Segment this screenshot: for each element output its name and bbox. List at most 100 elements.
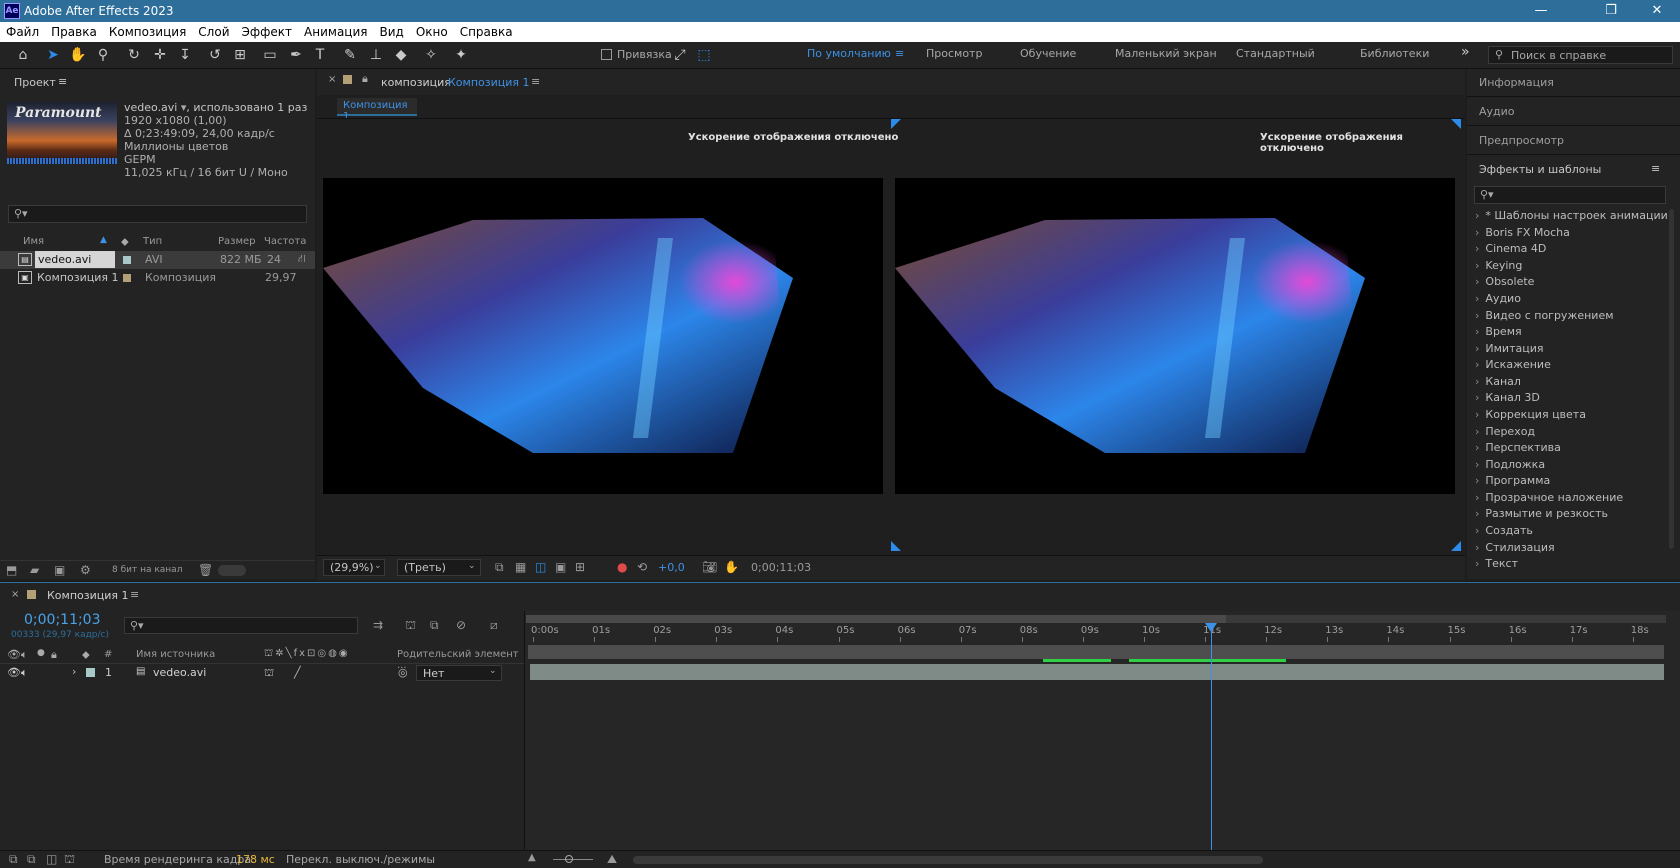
effects-category[interactable]: Канал [1475, 375, 1521, 388]
rotate-tool-icon[interactable]: ↺ [205, 45, 225, 65]
row-label-swatch[interactable] [123, 274, 131, 282]
dolly-camera-icon[interactable]: ↧ [175, 45, 195, 65]
workspace-standard[interactable]: Стандартный [1236, 47, 1315, 60]
column-source-name[interactable]: Имя источника [136, 649, 215, 660]
audio-icon[interactable]: 🔈︎ [21, 648, 28, 662]
audio-icon[interactable]: 🔈︎ [21, 666, 28, 680]
label-column-icon[interactable]: ⬥ [121, 235, 129, 249]
thumbnail-size-slider[interactable] [218, 565, 246, 576]
effects-category[interactable]: Переход [1475, 425, 1535, 438]
resolution-dropdown[interactable]: (Треть) ⌄ [397, 559, 481, 576]
layer-label-swatch[interactable] [86, 668, 95, 677]
effects-category[interactable]: Стилизация [1475, 541, 1554, 554]
close-tab-icon[interactable]: × [328, 74, 336, 85]
layer-switches-icon[interactable]: ⧉ [9, 852, 18, 867]
draft-3d-icon[interactable]: ⛫ [405, 618, 416, 634]
new-folder-icon[interactable]: ▰ [30, 563, 39, 577]
workspace-default[interactable]: По умолчанию [807, 47, 891, 60]
minimize-button[interactable]: — [1518, 0, 1564, 22]
rectangle-tool-icon[interactable]: ▭ [260, 45, 280, 65]
snapshot-icon[interactable]: 📷︎ [702, 560, 717, 574]
effects-category[interactable]: Подложка [1475, 458, 1545, 471]
flowchart-icon[interactable]: ⛙ [298, 252, 306, 267]
composition-mini-flowchart-icon[interactable]: ⇉ [373, 618, 383, 632]
comp-tab-prefix[interactable]: композиция [381, 76, 451, 89]
effects-category[interactable]: Keying [1475, 259, 1522, 272]
close-tab-icon[interactable]: × [11, 589, 19, 600]
project-panel-title[interactable]: Проект [14, 76, 56, 89]
column-type[interactable]: Тип [143, 236, 162, 247]
project-settings-icon[interactable]: ⚙ [80, 563, 91, 577]
workspace-review[interactable]: Просмотр [926, 47, 982, 60]
effects-category[interactable]: Cinema 4D [1475, 242, 1546, 255]
menu-effect[interactable]: Эффект [236, 22, 299, 42]
menu-window[interactable]: Окно [410, 22, 454, 42]
timeline-menu-icon[interactable]: ≡ [130, 588, 139, 601]
layer-row[interactable]: 👁︎ 🔈︎ › 1 ▤ vedeo.avi ⛫ ╱ ◎ Нет ⌄ [0, 664, 524, 682]
pen-tool-icon[interactable]: ✒ [286, 45, 306, 65]
effects-panel-menu-icon[interactable]: ≡ [1651, 162, 1660, 175]
effects-category[interactable]: * Шаблоны настроек анимации [1475, 209, 1667, 222]
zoom-in-icon[interactable]: ⛰ [607, 852, 617, 867]
new-composition-icon[interactable]: ▣ [54, 563, 65, 577]
effects-category[interactable]: Канал 3D [1475, 391, 1539, 404]
exposure-value[interactable]: +0,0 [658, 561, 685, 574]
selection-tool-icon[interactable]: ➤ [43, 45, 63, 65]
timeline-timecode[interactable]: 0;00;11;03 [24, 612, 101, 628]
effects-category[interactable]: Видео с погружением [1475, 309, 1613, 322]
fast-previews-icon[interactable]: ⧉ [495, 560, 504, 575]
workspace-learn[interactable]: Обучение [1020, 47, 1076, 60]
help-search-field[interactable]: ⚲ Поиск в справке [1488, 46, 1673, 64]
bit-depth-button[interactable]: 8 бит на канал [112, 565, 182, 575]
puppet-pin-icon[interactable]: ✦ [451, 45, 471, 65]
solo-icon[interactable]: ● [37, 648, 45, 658]
viewer-right[interactable] [895, 178, 1455, 494]
work-area-range[interactable] [526, 615, 1226, 623]
effects-category[interactable]: Программа [1475, 474, 1550, 487]
layer-duration-bar[interactable] [530, 664, 1664, 680]
frame-blending-icon[interactable]: ⊘ [456, 618, 466, 632]
preview-panel-tab[interactable]: Предпросмотр [1479, 134, 1564, 147]
table-row[interactable]: ▣ Композиция 1 Композиция 29,97 [0, 269, 315, 287]
quality-switch-icon[interactable]: ╱ [294, 666, 301, 679]
effects-search-input[interactable]: ⚲▾ [1474, 186, 1666, 204]
shy-switch-icon[interactable]: ⛫ [264, 666, 274, 681]
lock-icon[interactable]: 🔒︎ [362, 72, 368, 86]
region-of-interest-icon[interactable]: ▣ [555, 560, 566, 574]
menu-file[interactable]: Файл [0, 22, 45, 42]
workspace-menu-icon[interactable]: ≡ [895, 47, 904, 60]
zoom-tool-icon[interactable]: ⚲ [93, 45, 113, 65]
viewer-left[interactable] [323, 178, 883, 494]
snap-options-icon[interactable]: ⤢ [670, 45, 690, 65]
menu-view[interactable]: Вид [373, 22, 409, 42]
pan-camera-icon[interactable]: ✛ [150, 45, 170, 65]
info-panel-tab[interactable]: Информация [1479, 76, 1554, 89]
row-name[interactable]: vedeo.avi [35, 251, 115, 268]
effects-category[interactable]: Прозрачное наложение [1475, 491, 1623, 504]
comp-panel-menu-icon[interactable]: ≡ [531, 75, 540, 88]
sort-ascending-icon[interactable]: ▲ [100, 235, 107, 245]
timeline-scrollbar[interactable] [633, 856, 1263, 864]
zoom-slider[interactable] [553, 859, 593, 860]
orbit-camera-icon[interactable]: ↻ [124, 45, 144, 65]
delete-icon[interactable]: 🗑 [198, 563, 213, 577]
shy-layers-icon[interactable]: ⧉ [430, 618, 439, 633]
timeline-search-input[interactable]: ⚲▾ [124, 617, 358, 634]
effects-scrollbar[interactable] [1669, 209, 1674, 549]
effects-category[interactable]: Имитация [1475, 342, 1543, 355]
pan-behind-icon[interactable]: ⊞ [230, 45, 250, 65]
guides-options-icon[interactable]: ⊞ [575, 560, 585, 574]
chevron-right-icon[interactable]: › [72, 665, 76, 678]
show-snapshot-icon[interactable]: ✋ [724, 560, 739, 574]
parent-dropdown[interactable]: Нет ⌄ [416, 665, 502, 681]
clone-stamp-icon[interactable]: ⊥ [366, 45, 386, 65]
workspace-libraries[interactable]: Библиотеки [1360, 47, 1429, 60]
render-time-icon[interactable]: ⛫ [64, 852, 75, 868]
menu-layer[interactable]: Слой [192, 22, 235, 42]
project-search-input[interactable]: ⚲▾ [8, 205, 307, 223]
effects-category[interactable]: Obsolete [1475, 275, 1534, 288]
roto-brush-icon[interactable]: ✧ [421, 45, 441, 65]
audio-panel-tab[interactable]: Аудио [1479, 105, 1515, 118]
in-out-icon[interactable]: ◫ [46, 852, 57, 866]
interpret-footage-icon[interactable]: ⬒ [6, 563, 17, 577]
